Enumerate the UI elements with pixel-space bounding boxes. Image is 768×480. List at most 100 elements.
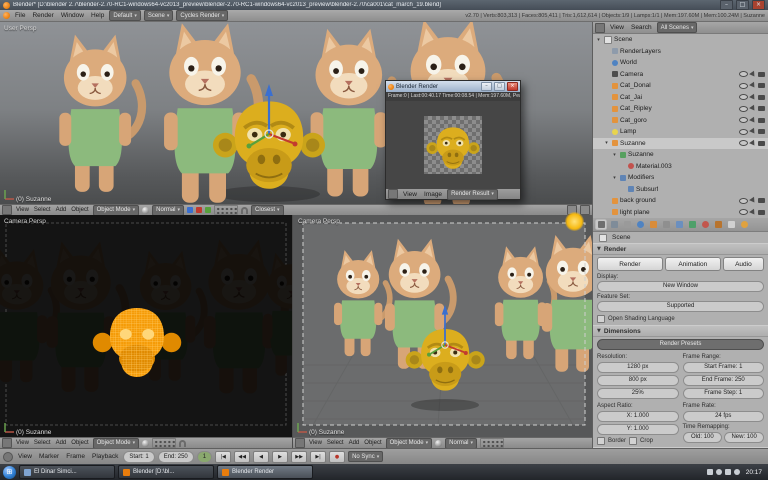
- blender-logo-icon[interactable]: [3, 12, 10, 19]
- selectability-toggle-icon[interactable]: [749, 196, 757, 205]
- layers-widget[interactable]: [214, 205, 239, 215]
- maximize-button[interactable]: □: [736, 0, 749, 10]
- visibility-toggle-icon[interactable]: [739, 94, 748, 101]
- aspect-x-field[interactable]: X: 1.000: [597, 411, 679, 422]
- play-button[interactable]: ▶: [272, 450, 289, 463]
- tab-texture-icon[interactable]: [712, 219, 724, 230]
- orientation-select[interactable]: Normal ▾: [445, 437, 478, 448]
- visibility-toggle-icon[interactable]: [739, 117, 748, 124]
- menu-playback[interactable]: Playback: [90, 453, 120, 460]
- taskbar-item-active[interactable]: Blender Render: [217, 465, 313, 479]
- viewport-shading-icon[interactable]: [142, 439, 150, 447]
- audio-button[interactable]: Audio: [722, 257, 764, 271]
- selectability-toggle-icon[interactable]: [749, 127, 757, 136]
- jump-end-button[interactable]: ▶|: [310, 450, 327, 463]
- menu-frame[interactable]: Frame: [64, 453, 87, 460]
- next-keyframe-button[interactable]: ▶▶: [291, 450, 308, 463]
- remap-new-field[interactable]: New: 100: [724, 432, 764, 443]
- resolution-y-field[interactable]: 800 px: [597, 375, 679, 386]
- menu-search[interactable]: Search: [629, 24, 654, 31]
- tab-particles-icon[interactable]: [725, 219, 737, 230]
- maximize-button[interactable]: □: [494, 82, 505, 91]
- render-engine-select[interactable]: Cycles Render ▾: [176, 10, 229, 21]
- outliner-row-cat-goro[interactable]: Cat_goro: [593, 115, 768, 127]
- tab-constraints-icon[interactable]: [660, 219, 672, 230]
- renderability-toggle-icon[interactable]: [758, 106, 765, 112]
- viewport-camera-dark[interactable]: Camera Persp (0) Suzanne View Select Add…: [0, 215, 292, 448]
- tray-icon[interactable]: [706, 469, 713, 475]
- renderability-toggle-icon[interactable]: [758, 198, 765, 204]
- editor-type-icon[interactable]: [2, 438, 12, 448]
- menu-view[interactable]: View: [308, 440, 323, 446]
- menu-object[interactable]: Object: [363, 440, 382, 446]
- aspect-y-field[interactable]: Y: 1.000: [597, 424, 679, 435]
- tab-data-icon[interactable]: [686, 219, 698, 230]
- outliner-row-cat-donal[interactable]: Cat_Donal: [593, 80, 768, 92]
- menu-view[interactable]: View: [15, 207, 30, 213]
- start-frame-field[interactable]: Start Frame: 1: [682, 362, 764, 373]
- start-frame-field[interactable]: Start: 1: [123, 450, 155, 463]
- tab-render-layers-icon[interactable]: [608, 219, 620, 230]
- selectability-toggle-icon[interactable]: [749, 81, 757, 90]
- selectability-toggle-icon[interactable]: [749, 93, 757, 102]
- editor-type-icon[interactable]: [595, 22, 605, 33]
- render-opengl-anim-icon[interactable]: [580, 205, 590, 215]
- visibility-toggle-icon[interactable]: [739, 140, 748, 147]
- scale-manipulator-icon[interactable]: [205, 207, 212, 213]
- visibility-toggle-icon[interactable]: [739, 209, 748, 216]
- end-frame-field[interactable]: End: 250: [157, 450, 194, 463]
- menu-view[interactable]: View: [15, 440, 30, 446]
- mode-select[interactable]: Object Mode ▾: [385, 437, 433, 448]
- orientation-select[interactable]: Normal ▾: [152, 204, 185, 215]
- viewport-shading-icon[interactable]: [142, 206, 150, 214]
- display-select[interactable]: New Window: [597, 281, 764, 292]
- render-button[interactable]: Render: [597, 257, 663, 271]
- play-reverse-button[interactable]: ◀: [253, 450, 270, 463]
- render-presets-select[interactable]: Render Presets: [597, 339, 764, 350]
- minimize-button[interactable]: –: [481, 82, 492, 91]
- outliner-row-suzanne-mesh[interactable]: ▾ Suzanne: [593, 149, 768, 161]
- menu-select[interactable]: Select: [33, 207, 52, 213]
- snap-magnet-icon[interactable]: [241, 206, 249, 214]
- editor-type-icon[interactable]: [295, 438, 305, 448]
- menu-marker[interactable]: Marker: [37, 453, 61, 460]
- outliner-row-scene[interactable]: ▾ Scene: [593, 34, 768, 46]
- visibility-toggle-icon[interactable]: [739, 105, 748, 112]
- visibility-toggle-icon[interactable]: [739, 82, 748, 89]
- visibility-toggle-icon[interactable]: [739, 197, 748, 204]
- expand-icon[interactable]: ▾: [595, 37, 602, 43]
- outliner-row-lamp[interactable]: Lamp: [593, 126, 768, 138]
- renderability-toggle-icon[interactable]: [758, 209, 765, 215]
- editor-type-icon[interactable]: [3, 451, 13, 462]
- close-button[interactable]: ×: [507, 82, 518, 91]
- animation-button[interactable]: Animation: [664, 257, 721, 271]
- frame-rate-select[interactable]: 24 fps: [682, 411, 764, 422]
- dimensions-panel-header[interactable]: ▼ Dimensions: [593, 325, 768, 337]
- layers-widget[interactable]: [480, 438, 505, 448]
- layers-widget[interactable]: [152, 438, 177, 448]
- jump-start-button[interactable]: |◀: [215, 450, 232, 463]
- rotate-manipulator-icon[interactable]: [196, 207, 203, 213]
- selectability-toggle-icon[interactable]: [749, 139, 757, 148]
- outliner-row-suzanne[interactable]: ▾ Suzanne: [593, 137, 768, 149]
- renderability-toggle-icon[interactable]: [758, 117, 765, 123]
- renderability-toggle-icon[interactable]: [758, 140, 765, 146]
- renderability-toggle-icon[interactable]: [758, 83, 765, 89]
- viewport-camera-shaded[interactable]: Camera Persp (0) Suzanne View Select Add…: [292, 215, 592, 448]
- menu-object[interactable]: Object: [70, 207, 89, 213]
- menu-select[interactable]: Select: [33, 440, 52, 446]
- render-panel-header[interactable]: ▼ Render: [593, 243, 768, 255]
- expand-icon[interactable]: ▾: [611, 152, 618, 158]
- taskbar-item[interactable]: Blender [D:\bl...: [118, 465, 214, 479]
- current-frame-field[interactable]: 1: [196, 450, 213, 463]
- end-frame-field[interactable]: End Frame: 250: [682, 375, 764, 386]
- render-slot-select[interactable]: Render Result ▾: [447, 188, 498, 200]
- render-result-window[interactable]: Blender Render – □ × Frame:0 | Last:00:4…: [385, 80, 521, 200]
- remap-old-field[interactable]: Old: 100: [682, 432, 723, 443]
- menu-object[interactable]: Object: [70, 440, 89, 446]
- border-checkbox[interactable]: [597, 437, 605, 445]
- tab-physics-icon[interactable]: [738, 219, 750, 230]
- editor-type-icon[interactable]: [388, 189, 398, 199]
- selectability-toggle-icon[interactable]: [749, 70, 757, 79]
- tab-material-icon[interactable]: [699, 219, 711, 230]
